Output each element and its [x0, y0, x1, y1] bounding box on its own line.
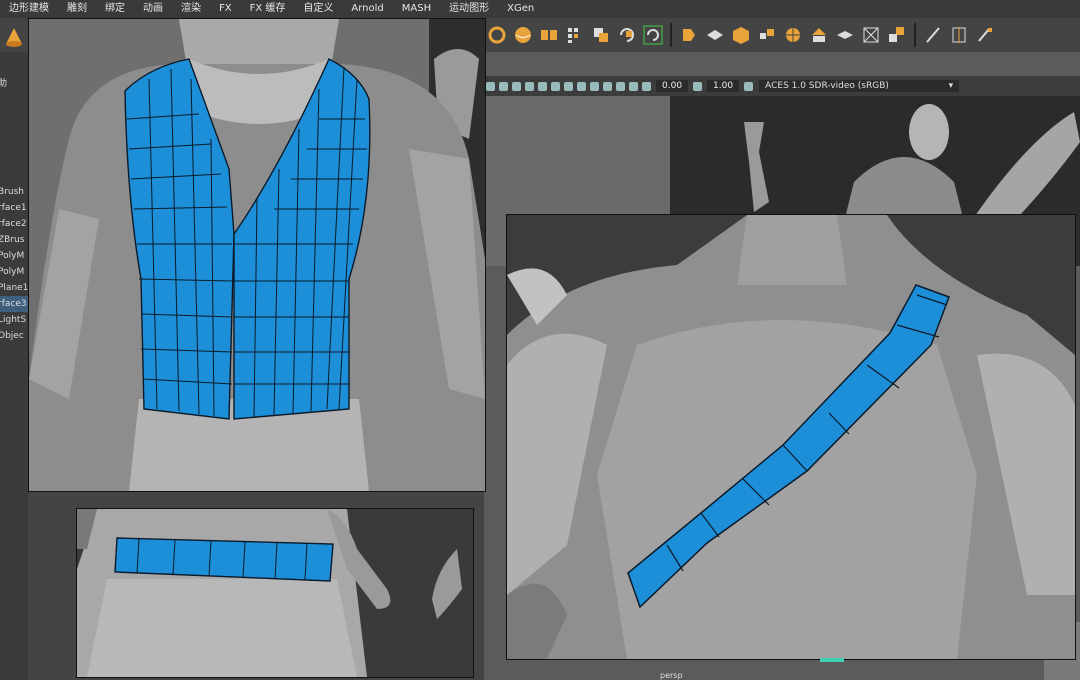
menu-animation[interactable]: 动画	[134, 0, 172, 18]
gamma-icon[interactable]	[693, 81, 703, 91]
vest-viewport-panel[interactable]	[28, 18, 486, 492]
shelf-left	[0, 18, 28, 52]
outliner-item[interactable]: PolyM	[0, 264, 28, 280]
bridge-tool-icon[interactable]	[643, 25, 663, 45]
menu-xgen[interactable]: XGen	[498, 0, 543, 18]
loop-tool-icon[interactable]	[487, 25, 507, 45]
outliner-item[interactable]: Plane1	[0, 280, 28, 296]
outliner-header: 助	[0, 79, 8, 89]
grid-tool-icon[interactable]	[565, 25, 585, 45]
menu-motion-graphics[interactable]: 运动图形	[440, 0, 498, 18]
triangulate-tool-icon[interactable]	[861, 25, 881, 45]
extrude-tool-icon[interactable]	[591, 25, 611, 45]
color-space-label: ACES 1.0 SDR-video (sRGB)	[765, 81, 889, 91]
menu-arnold[interactable]: Arnold	[342, 0, 392, 18]
menu-fx[interactable]: FX	[210, 0, 241, 18]
mirror-tool-icon[interactable]	[539, 25, 559, 45]
menu-sculpting[interactable]: 雕刻	[58, 0, 96, 18]
aa-icon[interactable]	[551, 81, 560, 91]
outliner-item[interactable]: Objec	[0, 328, 28, 344]
target-weld-icon[interactable]	[783, 25, 803, 45]
outliner-item[interactable]: rface2	[0, 216, 28, 232]
shadow-icon[interactable]	[525, 81, 534, 91]
shelf-toolbar	[484, 18, 1080, 52]
ao-icon[interactable]	[538, 81, 547, 91]
outliner-item-selected[interactable]: rface3	[0, 296, 28, 312]
color-space-dropdown[interactable]: ACES 1.0 SDR-video (sRGB) ▾	[759, 80, 960, 92]
menu-rigging[interactable]: 绑定	[96, 0, 134, 18]
menu-rendering[interactable]: 渲染	[172, 0, 210, 18]
menu-polygon-modeling[interactable]: 边形建模	[0, 0, 58, 18]
smooth-tool-icon[interactable]	[835, 25, 855, 45]
outliner-item[interactable]: rface1	[0, 200, 28, 216]
manipulator-handle[interactable]	[820, 658, 844, 662]
belt-viewport-panel[interactable]	[76, 508, 474, 678]
color-management-icon[interactable]	[744, 81, 754, 91]
outliner-item[interactable]: LightS	[0, 312, 28, 328]
outliner-item[interactable]: ZBrus	[0, 232, 28, 248]
menu-bar: 边形建模 雕刻 绑定 动画 渲染 FX FX 缓存 自定义 Arnold MAS…	[0, 0, 1080, 18]
bevel-tool-icon[interactable]	[679, 25, 699, 45]
grid-icon[interactable]	[603, 81, 612, 91]
chevron-down-icon: ▾	[948, 81, 954, 91]
outliner-item[interactable]: Brush	[0, 184, 28, 200]
strap-render	[507, 215, 1075, 659]
camera-icon[interactable]	[629, 81, 638, 91]
sphere-tool-icon[interactable]	[513, 25, 533, 45]
fill-hole-icon[interactable]	[887, 25, 907, 45]
belt-render	[77, 509, 473, 677]
rotate-tool-icon[interactable]	[617, 25, 637, 45]
dof-icon[interactable]	[564, 81, 573, 91]
knife-tool-icon[interactable]	[923, 25, 943, 45]
combine-tool-icon[interactable]	[757, 25, 777, 45]
split-tool-icon[interactable]	[705, 25, 725, 45]
isolate-icon[interactable]	[590, 81, 599, 91]
insert-loop-icon[interactable]	[949, 25, 969, 45]
exposure-field[interactable]: 0.00	[656, 80, 689, 92]
shelf-separator	[914, 23, 916, 47]
vest-render	[29, 19, 485, 491]
menu-mash[interactable]: MASH	[393, 0, 440, 18]
viewport-toolbar: 0.00 1.00 ACES 1.0 SDR-video (sRGB) ▾	[484, 76, 1080, 96]
shading-icon[interactable]	[486, 81, 495, 91]
frame-icon[interactable]	[616, 81, 625, 91]
xray-icon[interactable]	[577, 81, 586, 91]
texture-icon[interactable]	[499, 81, 508, 91]
outliner-panel: 助 Brush rface1 rface2 ZBrus PolyM PolyM …	[0, 52, 28, 680]
multicut-tool-icon[interactable]	[975, 25, 995, 45]
menu-custom[interactable]: 自定义	[294, 0, 342, 18]
camera-label: persp	[660, 671, 683, 680]
shelf-separator	[670, 23, 672, 47]
outliner-item[interactable]: PolyM	[0, 248, 28, 264]
exposure-icon[interactable]	[642, 81, 651, 91]
light-icon[interactable]	[512, 81, 521, 91]
cube-tool-icon[interactable]	[731, 25, 751, 45]
separate-tool-icon[interactable]	[809, 25, 829, 45]
gamma-field[interactable]: 1.00	[707, 80, 740, 92]
menu-fx-cache[interactable]: FX 缓存	[241, 0, 295, 18]
strap-viewport-panel[interactable]	[506, 214, 1076, 660]
cone-tool-icon[interactable]	[0, 18, 28, 52]
